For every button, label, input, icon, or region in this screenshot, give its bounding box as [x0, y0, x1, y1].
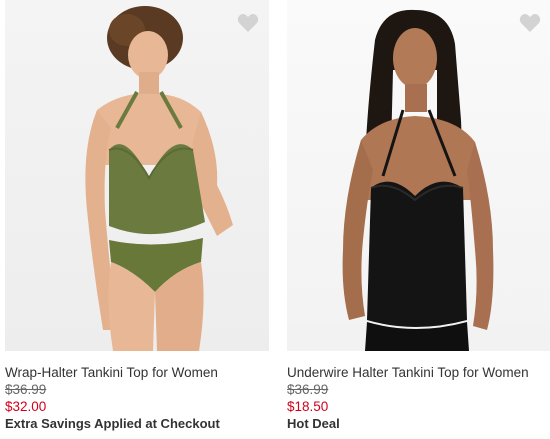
model-wearing-olive-tankini-image [85, 6, 233, 351]
product-name[interactable]: Underwire Halter Tankini Top for Women [287, 365, 550, 381]
product-card[interactable]: Wrap-Halter Tankini Top for Women $36.99… [5, 0, 269, 432]
product-grid: Wrap-Halter Tankini Top for Women $36.99… [0, 0, 550, 439]
original-price: $36.99 [5, 382, 47, 397]
product-image[interactable] [5, 0, 269, 351]
heart-icon[interactable] [237, 13, 259, 33]
sale-price: $18.50 [287, 399, 329, 414]
promo-badge: Hot Deal [287, 416, 340, 431]
product-card[interactable]: Underwire Halter Tankini Top for Women $… [287, 0, 550, 432]
heart-icon[interactable] [519, 13, 541, 33]
model-wearing-black-tankini-image [342, 9, 494, 351]
product-image[interactable] [287, 0, 550, 351]
original-price: $36.99 [287, 382, 329, 397]
promo-badge: Extra Savings Applied at Checkout [5, 416, 220, 431]
product-name[interactable]: Wrap-Halter Tankini Top for Women [5, 365, 269, 381]
sale-price: $32.00 [5, 399, 47, 414]
